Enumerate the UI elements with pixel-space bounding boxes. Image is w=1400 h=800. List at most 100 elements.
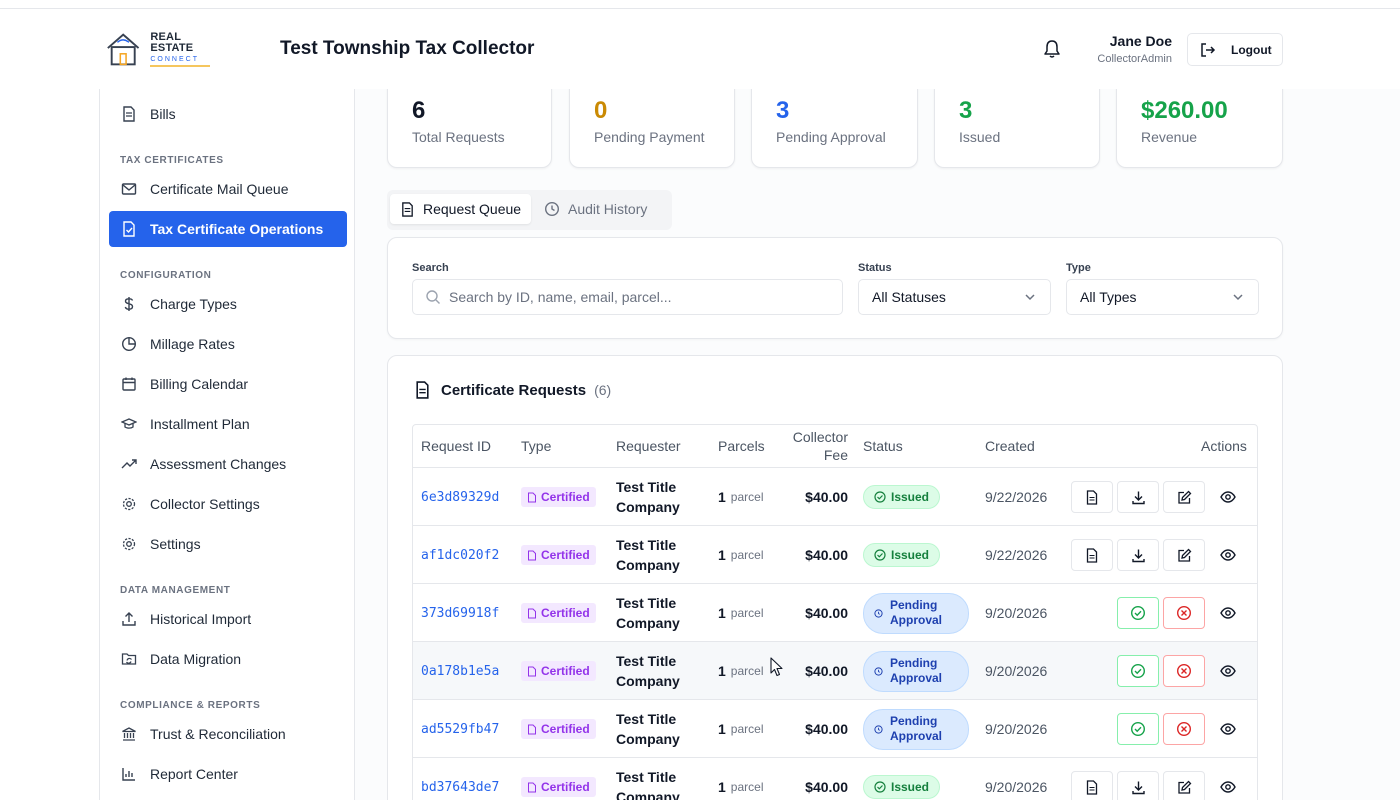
download-icon (1131, 549, 1145, 562)
edit-button[interactable] (1163, 481, 1205, 513)
table-row[interactable]: ad5529fb47 Certified Test Title Company … (413, 700, 1257, 758)
x-circle-icon (1176, 605, 1192, 621)
request-id-link[interactable]: af1dc020f2 (421, 526, 499, 584)
parcel-count: 1 parcel (718, 526, 763, 584)
sidebar-item-collector-settings[interactable]: Collector Settings (109, 486, 347, 522)
collector-fee: $40.00 (805, 663, 848, 679)
tab-request-queue[interactable]: Request Queue (390, 194, 532, 224)
approve-button[interactable] (1117, 713, 1159, 745)
sidebar-item-historical-import[interactable]: Historical Import (109, 601, 347, 637)
download-button[interactable] (1117, 771, 1159, 800)
gear-icon (122, 537, 136, 551)
download-button[interactable] (1117, 539, 1159, 571)
sidebar-item-bills[interactable]: Bills (109, 96, 347, 132)
sidebar-item-trust-reconciliation[interactable]: Trust & Reconciliation (109, 716, 347, 752)
col-requester[interactable]: Requester (616, 438, 681, 454)
request-id-link[interactable]: 6e3d89329d (421, 468, 499, 526)
type-cell: Certified (521, 526, 596, 584)
sidebar-item-mail-queue[interactable]: Certificate Mail Queue (109, 171, 347, 207)
table-row[interactable]: 373d69918f Certified Test Title Company … (413, 584, 1257, 642)
sidebar-item-report-center[interactable]: Report Center (109, 756, 347, 792)
bank-icon (122, 727, 136, 741)
type-cell: Certified (521, 700, 596, 758)
eye-icon[interactable] (1220, 489, 1236, 505)
table-row[interactable]: bd37643de7 Certified Test Title Company … (413, 758, 1257, 800)
edit-button[interactable] (1163, 771, 1205, 800)
table-row[interactable]: af1dc020f2 Certified Test Title Company … (413, 526, 1257, 584)
type-select[interactable]: All Types (1066, 279, 1259, 315)
sidebar-item-installment-plan[interactable]: Installment Plan (109, 406, 347, 442)
stat-label: Total Requests (412, 129, 505, 145)
page-title: Test Township Tax Collector (280, 38, 535, 59)
logo-underline (150, 64, 211, 67)
status-label: Issued (891, 780, 930, 794)
type-badge-label: Certified (541, 490, 590, 504)
parcel-unit: parcel (730, 606, 764, 620)
type-cell: Certified (521, 642, 596, 700)
eye-icon[interactable] (1220, 663, 1236, 679)
parcel-count: 1 parcel (718, 700, 763, 758)
col-parcels[interactable]: Parcels (718, 438, 765, 454)
logo[interactable]: REAL ESTATE CONNECT (104, 29, 224, 69)
parcel-count: 1 parcel (718, 642, 763, 700)
stat-value: 0 (594, 97, 608, 124)
view-certificate-button[interactable] (1071, 539, 1113, 571)
sidebar-item-settings[interactable]: Settings (109, 526, 347, 562)
approve-button[interactable] (1117, 655, 1159, 687)
search-input[interactable]: Search by ID, name, email, parcel... (412, 279, 843, 315)
table-row[interactable]: 0a178b1e5a Certified Test Title Company … (413, 642, 1257, 700)
chevron-down-icon (1025, 294, 1035, 301)
stat-card-total-requests: 6 Total Requests (387, 89, 552, 168)
request-id-link[interactable]: 0a178b1e5a (421, 642, 499, 700)
tab-audit-history[interactable]: Audit History (534, 194, 657, 224)
status-badge: Issued (863, 775, 941, 799)
reject-button[interactable] (1163, 655, 1205, 687)
eye-icon[interactable] (1220, 547, 1236, 563)
search-placeholder: Search by ID, name, email, parcel... (449, 289, 672, 305)
col-request-id[interactable]: Request ID (421, 438, 491, 454)
sidebar-item-label: Settings (150, 536, 201, 552)
request-id-link[interactable]: ad5529fb47 (421, 700, 499, 758)
eye-icon[interactable] (1220, 605, 1236, 621)
collector-fee: $40.00 (805, 779, 848, 795)
parcel-unit: parcel (730, 490, 764, 504)
edit-button[interactable] (1163, 539, 1205, 571)
eye-icon[interactable] (1220, 779, 1236, 795)
parcel-unit: parcel (730, 780, 764, 794)
sidebar-item-assessment-changes[interactable]: Assessment Changes (109, 446, 347, 482)
status-select[interactable]: All Statuses (858, 279, 1051, 315)
col-collector-fee[interactable]: Collector Fee (783, 428, 848, 464)
sidebar-item-data-migration[interactable]: Data Migration (109, 641, 347, 677)
main-content: 6 Total Requests 0 Pending Payment 3 Pen… (355, 89, 1400, 800)
sidebar-item-tax-certificate-operations[interactable]: Tax Certificate Operations (109, 211, 347, 247)
col-created[interactable]: Created (985, 438, 1035, 454)
request-id-link[interactable]: 373d69918f (421, 584, 499, 642)
table-row[interactable]: 6e3d89329d Certified Test Title Company … (413, 468, 1257, 526)
col-status[interactable]: Status (863, 438, 903, 454)
reject-button[interactable] (1163, 713, 1205, 745)
logout-icon (1201, 42, 1216, 57)
view-certificate-button[interactable] (1071, 481, 1113, 513)
sidebar-item-label: Millage Rates (150, 336, 235, 352)
eye-icon[interactable] (1220, 721, 1236, 737)
logout-button[interactable]: Logout (1187, 33, 1283, 66)
parcel-unit: parcel (730, 548, 764, 562)
bell-icon[interactable] (1043, 39, 1061, 59)
col-type[interactable]: Type (521, 438, 551, 454)
view-certificate-button[interactable] (1071, 771, 1113, 800)
app-header: REAL ESTATE CONNECT Test Township Tax Co… (0, 9, 1400, 89)
reject-button[interactable] (1163, 597, 1205, 629)
tab-bar: Request Queue Audit History (387, 190, 672, 230)
search-label: Search (412, 262, 449, 274)
card-header: Certificate Requests (6) (414, 381, 611, 399)
sidebar-item-billing-calendar[interactable]: Billing Calendar (109, 366, 347, 402)
sidebar-item-charge-types[interactable]: Charge Types (109, 286, 347, 322)
status-cell: Pending Approval (863, 584, 969, 642)
type-badge-label: Certified (541, 780, 590, 794)
download-button[interactable] (1117, 481, 1159, 513)
approve-button[interactable] (1117, 597, 1159, 629)
parcel-count-value: 1 (718, 489, 726, 505)
sidebar-item-millage-rates[interactable]: Millage Rates (109, 326, 347, 362)
stat-card-pending-payment: 0 Pending Payment (569, 89, 735, 168)
request-id-link[interactable]: bd37643de7 (421, 758, 499, 800)
